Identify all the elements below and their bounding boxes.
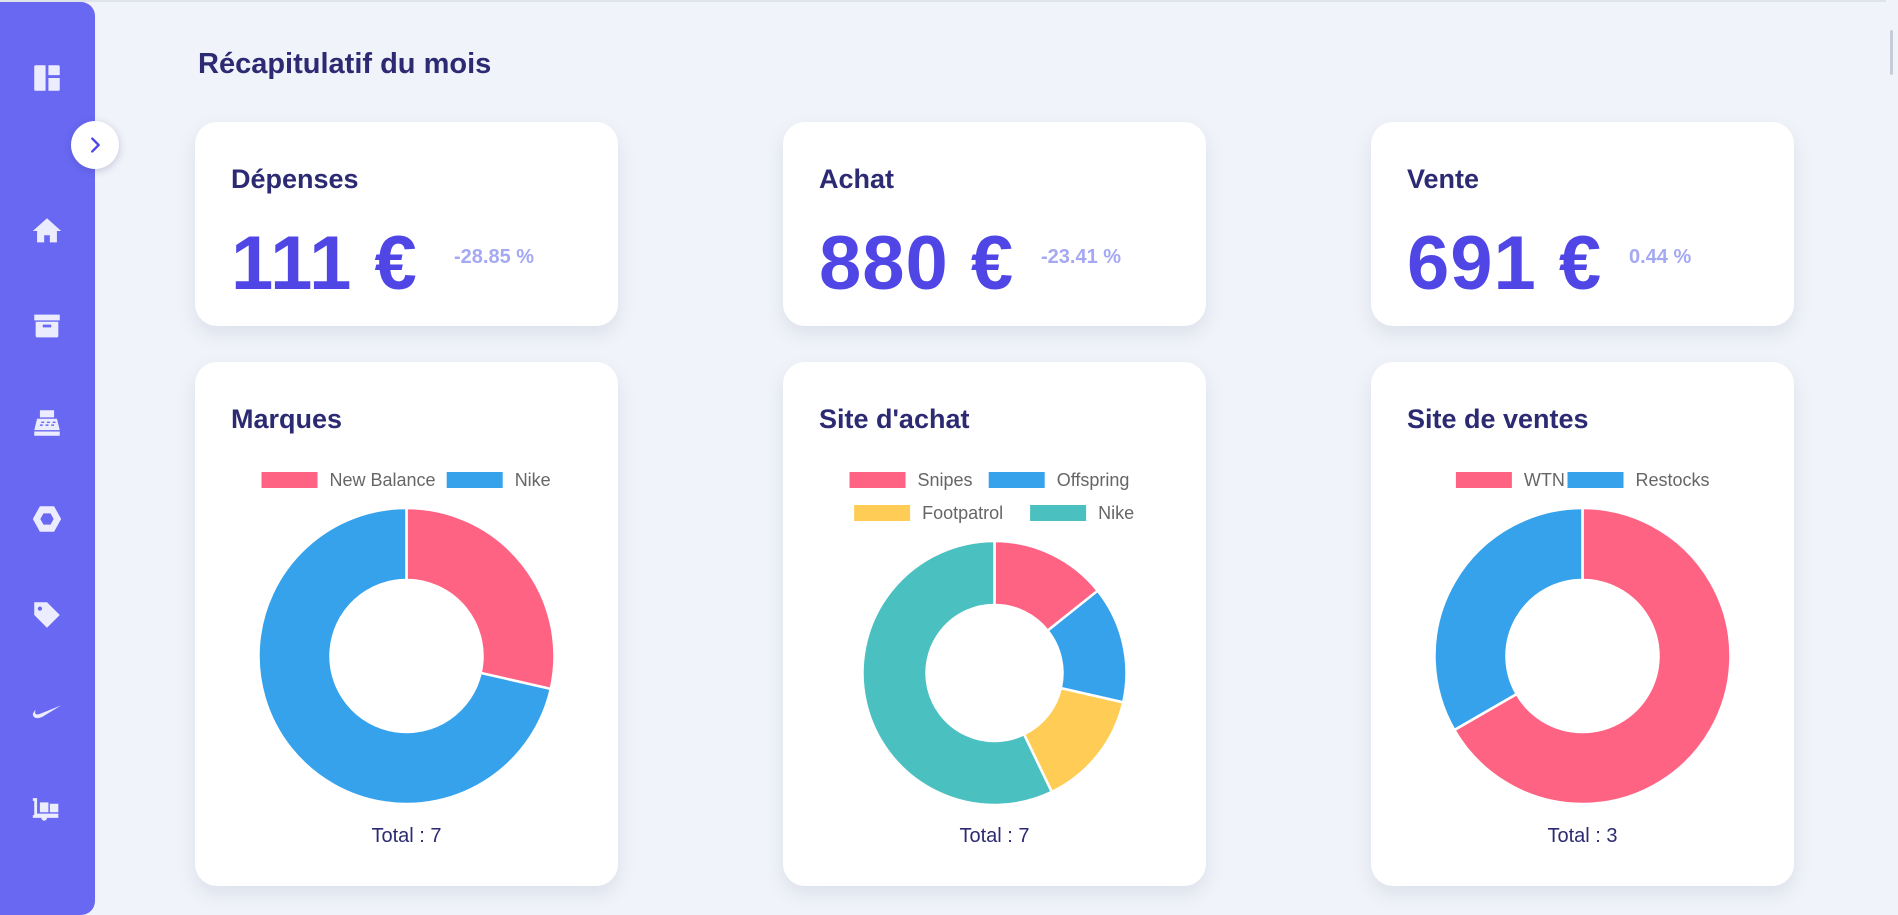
stat-card-achat: Achat 880 € -23.41 % bbox=[783, 122, 1206, 326]
tag-icon[interactable] bbox=[26, 594, 68, 636]
stat-card-vente: Vente 691 € 0.44 % bbox=[1371, 122, 1794, 326]
archive-icon[interactable] bbox=[26, 305, 68, 347]
donut-chart-marques: New Balance Nike bbox=[257, 470, 556, 806]
chart-total: Total : 7 bbox=[371, 825, 442, 847]
scrollbar-thumb[interactable] bbox=[1890, 30, 1893, 75]
top-border bbox=[0, 0, 1898, 2]
legend-swatch bbox=[854, 505, 911, 521]
home-icon[interactable] bbox=[26, 210, 68, 252]
legend-item[interactable]: Offspring bbox=[988, 470, 1130, 490]
nike-swoosh-icon[interactable] bbox=[26, 690, 68, 732]
stat-value: 691 € bbox=[1407, 221, 1603, 306]
legend-label: Snipes bbox=[918, 470, 973, 490]
legend-swatch bbox=[1030, 505, 1087, 521]
legend-item[interactable]: Snipes bbox=[849, 470, 973, 490]
donut-chart-site-ventes: WTN Restocks bbox=[1433, 470, 1732, 806]
legend-label: Restocks bbox=[1636, 470, 1710, 490]
legend-label: Nike bbox=[515, 470, 551, 490]
hand-truck-icon[interactable] bbox=[26, 787, 68, 829]
legend-label: Footpatrol bbox=[922, 503, 1003, 523]
legend-item[interactable]: Restocks bbox=[1567, 470, 1710, 490]
chart-total: Total : 3 bbox=[1547, 825, 1618, 847]
legend-label: WTN bbox=[1524, 470, 1565, 490]
legend-swatch bbox=[988, 472, 1045, 488]
legend-swatch bbox=[1455, 472, 1512, 488]
legend-label: Nike bbox=[1098, 503, 1134, 523]
legend-swatch bbox=[1567, 472, 1624, 488]
stat-title: Dépenses bbox=[231, 164, 359, 194]
chart-card-site-achat: Site d'achat Snipes Offspring Footpatrol Ni… bbox=[783, 362, 1206, 886]
scrollbar[interactable] bbox=[1886, 0, 1898, 915]
donut-slice-new-balance[interactable] bbox=[405, 506, 556, 691]
legend-swatch bbox=[849, 472, 906, 488]
hexagon-icon[interactable] bbox=[26, 498, 68, 540]
stat-delta: 0.44 % bbox=[1629, 246, 1692, 268]
legend-label: Offspring bbox=[1057, 470, 1130, 490]
legend-item[interactable]: WTN bbox=[1455, 470, 1565, 490]
legend-item[interactable]: Nike bbox=[1030, 503, 1134, 523]
page-title: Récapitulatif du mois bbox=[198, 48, 492, 80]
cash-register-icon[interactable] bbox=[26, 402, 68, 444]
stat-delta: -23.41 % bbox=[1041, 246, 1122, 268]
legend-item[interactable]: Footpatrol bbox=[854, 503, 1003, 523]
chevron-right-icon bbox=[91, 137, 100, 153]
stat-title: Achat bbox=[819, 164, 895, 194]
sidebar-toggle-button[interactable] bbox=[71, 121, 119, 169]
stat-value: 111 € bbox=[231, 221, 418, 306]
donut-chart-site-achat: Snipes Offspring Footpatrol Nike bbox=[849, 470, 1134, 807]
legend-item[interactable]: Nike bbox=[446, 470, 551, 490]
legend-swatch bbox=[261, 472, 318, 488]
legend-label: New Balance bbox=[330, 470, 436, 490]
legend-swatch bbox=[446, 472, 503, 488]
stat-delta: -28.85 % bbox=[454, 246, 535, 268]
donut-slice-restocks[interactable] bbox=[1433, 506, 1584, 732]
chart-total: Total : 7 bbox=[959, 825, 1030, 847]
chart-card-site-ventes: Site de ventes WTN Restocks Total : 3 bbox=[1371, 362, 1794, 886]
stat-value: 880 € bbox=[819, 221, 1015, 306]
dashboard-icon[interactable] bbox=[26, 57, 68, 99]
legend-item[interactable]: New Balance bbox=[261, 470, 436, 490]
stat-card-depenses: Dépenses 111 € -28.85 % bbox=[195, 122, 618, 326]
stat-title: Vente bbox=[1407, 164, 1480, 194]
chart-card-marques: Marques New Balance Nike Total : 7 bbox=[195, 362, 618, 886]
